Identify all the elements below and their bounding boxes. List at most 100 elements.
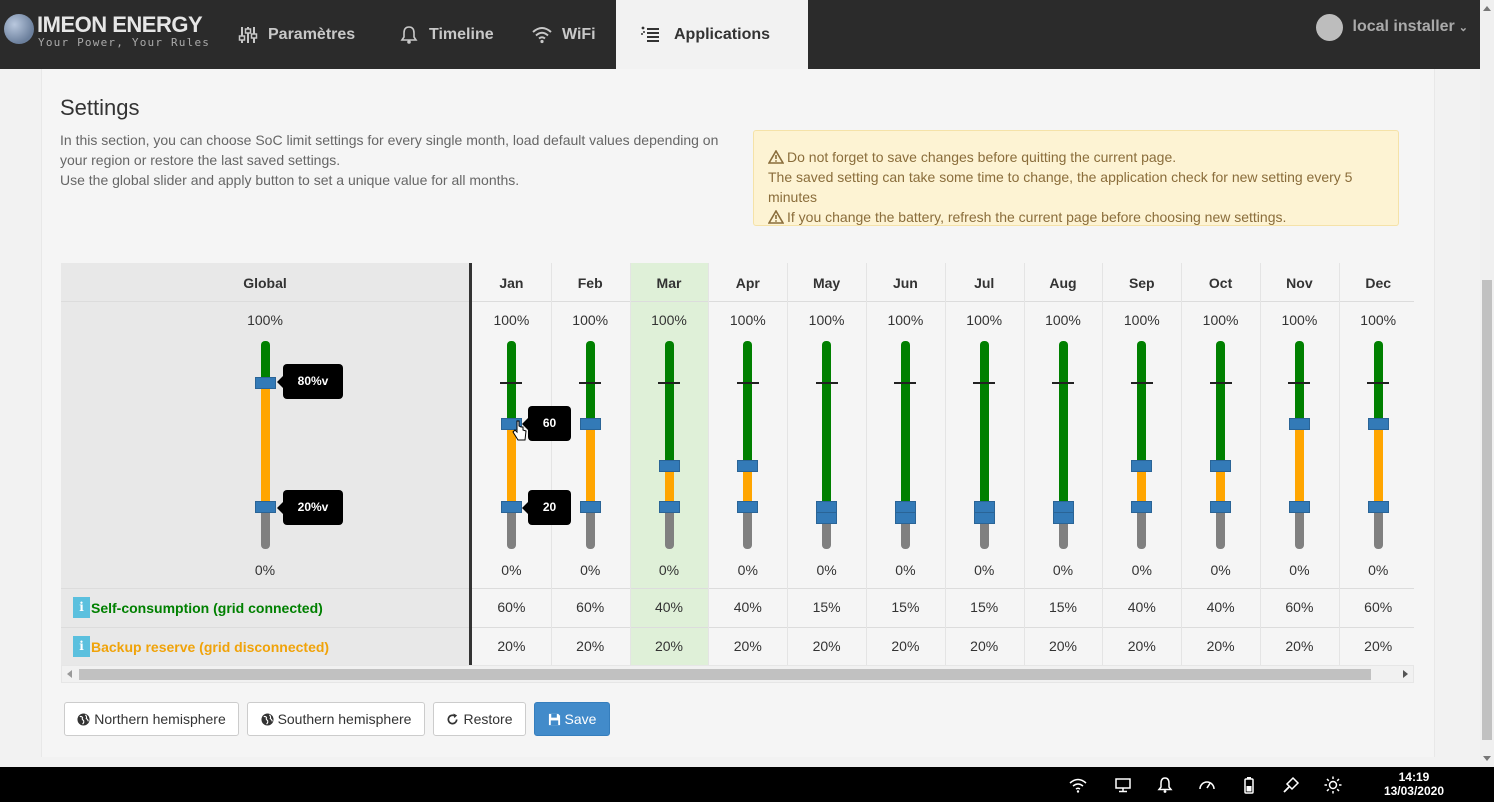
jul-slider-track-green xyxy=(979,341,989,508)
oct-slider-upper-handle[interactable] xyxy=(1210,459,1232,472)
aug-min-label: 0% xyxy=(1052,562,1074,578)
page-scrollbar-thumb[interactable] xyxy=(1482,280,1492,740)
dec-slider-track-orange xyxy=(1373,424,1383,508)
plug-icon[interactable] xyxy=(1282,776,1300,794)
settings-description: In this section, you can choose SoC limi… xyxy=(60,130,750,190)
table-horizontal-scrollbar[interactable] xyxy=(61,665,1414,683)
scroll-up-arrow-icon[interactable] xyxy=(1483,6,1491,11)
jun-slider-tick-mark xyxy=(894,381,917,384)
oct-max-label: 100% xyxy=(1202,312,1239,328)
apr-slider-lower-handle[interactable] xyxy=(737,501,759,514)
oct-slider-tick-mark xyxy=(1209,381,1232,384)
nov-slider-upper-handle[interactable] xyxy=(1288,418,1310,431)
sep-slider-upper-handle[interactable] xyxy=(1131,459,1153,472)
globe-icon xyxy=(77,712,90,726)
brand-tagline: Your Power, Your Rules xyxy=(38,36,211,49)
apr-slider-upper-handle[interactable] xyxy=(737,459,759,472)
jun-self-consumption-value: 15% xyxy=(891,599,920,615)
clock-date: 13/03/2020 xyxy=(1383,784,1444,798)
global-max-label: 100% xyxy=(247,312,283,328)
brightness-icon[interactable] xyxy=(1324,776,1342,794)
apr-backup-reserve-value: 20% xyxy=(733,638,762,654)
user-menu[interactable]: local installer ⌄ xyxy=(1315,0,1468,54)
system-clock[interactable]: 14:19 13/03/2020 xyxy=(1384,770,1444,798)
jan-slider-lower-handle[interactable] xyxy=(500,501,522,514)
global-upper-handle[interactable] xyxy=(254,376,276,389)
jun-slider-upper-handle[interactable] xyxy=(894,511,916,524)
jan-self-consumption-value: 60% xyxy=(497,599,526,615)
nav-timeline[interactable]: Timeline xyxy=(399,0,494,69)
apr-slider-track-gray xyxy=(743,507,753,549)
wifi-icon[interactable] xyxy=(1069,776,1087,794)
refresh-icon xyxy=(448,712,458,724)
feb-slider-lower-handle[interactable] xyxy=(579,501,601,514)
nav-wifi[interactable]: WiFi xyxy=(532,0,596,69)
northern-hemisphere-button[interactable]: Northern hemisphere xyxy=(64,702,239,736)
aug-slider-lower-handle[interactable] xyxy=(1052,501,1074,514)
feb-slider-track-orange xyxy=(585,424,595,508)
speedometer-icon[interactable] xyxy=(1198,776,1216,794)
southern-hemisphere-button[interactable]: Southern hemisphere xyxy=(247,702,425,736)
feb-slider-tick-mark xyxy=(579,381,602,384)
jan-max-label: 100% xyxy=(493,312,530,328)
may-slider-upper-handle[interactable] xyxy=(816,511,838,524)
battery-icon[interactable] xyxy=(1240,776,1258,794)
system-taskbar: 14:19 13/03/2020 xyxy=(0,767,1494,802)
apr-header: Apr xyxy=(735,275,760,291)
nov-slider-tick-mark xyxy=(1288,381,1311,384)
jul-slider-lower-handle[interactable] xyxy=(973,501,995,514)
apr-self-consumption-value: 40% xyxy=(733,599,762,615)
may-min-label: 0% xyxy=(816,562,837,578)
may-max-label: 100% xyxy=(808,312,845,328)
warning-icon xyxy=(768,150,784,164)
global-upper-tooltip: 80%v xyxy=(277,364,343,399)
nov-self-consumption-value: 60% xyxy=(1285,599,1314,615)
dec-slider-upper-handle[interactable] xyxy=(1367,418,1389,431)
sep-self-consumption-value: 40% xyxy=(1127,599,1156,615)
globe-icon xyxy=(261,712,274,726)
northern-hemisphere-label: Northern hemisphere xyxy=(94,711,226,727)
bell-icon[interactable] xyxy=(1156,776,1174,794)
dec-max-label: 100% xyxy=(1360,312,1397,328)
bell-icon xyxy=(400,25,418,44)
brand-logo[interactable]: IMEON ENERGY Your Power, Your Rules xyxy=(4,12,209,52)
mar-self-consumption-value: 40% xyxy=(654,599,683,615)
may-header: May xyxy=(812,275,841,291)
jul-backup-reserve-value: 20% xyxy=(970,638,999,654)
page-scrollbar[interactable] xyxy=(1480,0,1494,767)
oct-min-label: 0% xyxy=(1210,562,1231,578)
mar-slider-lower-handle[interactable] xyxy=(658,501,680,514)
jun-slider-lower-handle[interactable] xyxy=(894,501,916,514)
restore-button[interactable]: Restore xyxy=(433,702,526,736)
wifi-icon xyxy=(532,26,552,43)
global-lower-handle[interactable] xyxy=(254,501,276,514)
save-button[interactable]: Save xyxy=(534,702,610,736)
mar-slider-upper-handle[interactable] xyxy=(658,459,680,472)
nov-max-label: 100% xyxy=(1281,312,1318,328)
info-icon[interactable]: i xyxy=(73,636,90,657)
scroll-down-arrow-icon[interactable] xyxy=(1483,756,1491,761)
jan-slider-tick-mark xyxy=(500,381,523,384)
feb-slider-upper-handle[interactable] xyxy=(579,418,601,431)
sep-slider-track-gray xyxy=(1137,507,1147,549)
info-icon[interactable]: i xyxy=(73,597,90,618)
jul-slider-tick-mark xyxy=(973,381,996,384)
scroll-right-arrow-icon[interactable] xyxy=(1403,670,1408,678)
display-icon[interactable] xyxy=(1114,776,1132,794)
nav-parametres[interactable]: Paramètres xyxy=(238,0,355,69)
table-scrollbar-thumb[interactable] xyxy=(79,669,1371,680)
oct-slider-lower-handle[interactable] xyxy=(1210,501,1232,514)
nav-applications[interactable]: Applications xyxy=(616,0,808,69)
sep-slider-lower-handle[interactable] xyxy=(1131,501,1153,514)
aug-self-consumption-value: 15% xyxy=(1048,599,1077,615)
nov-slider-lower-handle[interactable] xyxy=(1288,501,1310,514)
aug-slider-upper-handle[interactable] xyxy=(1052,511,1074,524)
oct-self-consumption-value: 40% xyxy=(1206,599,1235,615)
scroll-left-arrow-icon[interactable] xyxy=(67,670,72,678)
may-backup-reserve-value: 20% xyxy=(812,638,841,654)
dec-slider-lower-handle[interactable] xyxy=(1367,501,1389,514)
may-slider-lower-handle[interactable] xyxy=(816,501,838,514)
logo-sphere-icon xyxy=(4,14,34,44)
jul-slider-upper-handle[interactable] xyxy=(973,511,995,524)
nov-slider-track-gray xyxy=(1294,507,1304,549)
